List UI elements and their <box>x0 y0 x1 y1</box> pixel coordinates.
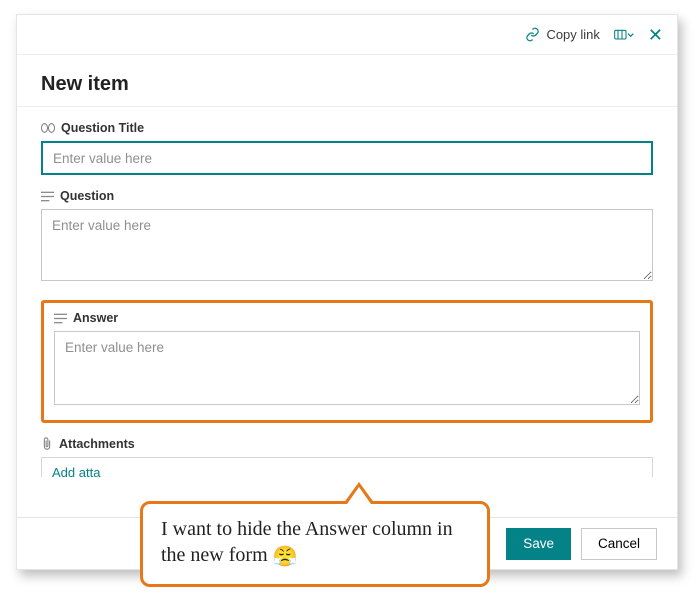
question-title-label-text: Question Title <box>61 121 144 135</box>
annotation-callout: I want to hide the Answer column in the … <box>140 501 490 587</box>
close-button[interactable]: ✕ <box>648 26 663 44</box>
link-icon <box>525 27 540 42</box>
question-label: Question <box>41 189 653 203</box>
question-title-label: Question Title <box>41 121 653 135</box>
answer-label-text: Answer <box>73 311 118 325</box>
panel-body: New item Question Title Question <box>17 55 677 477</box>
attachments-label: Attachments <box>41 437 653 451</box>
callout-tail <box>343 482 375 504</box>
copy-link-button[interactable]: Copy link <box>525 27 599 42</box>
panel-title: New item <box>41 73 653 96</box>
divider <box>17 106 677 107</box>
copy-link-label: Copy link <box>546 28 599 41</box>
annoyed-emoji-icon: 😤 <box>273 546 298 568</box>
question-title-input[interactable] <box>41 141 653 175</box>
question-label-text: Question <box>60 189 114 203</box>
attachment-icon <box>41 437 53 451</box>
callout-text: I want to hide the Answer column in the … <box>161 518 453 566</box>
question-input[interactable] <box>41 209 653 281</box>
attachments-area: Add atta <box>41 457 653 477</box>
multiline-icon <box>41 191 54 202</box>
panel-top-bar: Copy link ✕ <box>17 15 677 55</box>
text-field-icon <box>41 122 55 134</box>
form-settings-button[interactable] <box>614 27 634 43</box>
add-attachment-link[interactable]: Add atta <box>52 465 100 477</box>
answer-highlight-box: Answer <box>41 300 653 423</box>
answer-input[interactable] <box>54 331 640 405</box>
cancel-button[interactable]: Cancel <box>581 528 657 560</box>
answer-label: Answer <box>54 311 640 325</box>
attachments-label-text: Attachments <box>59 437 135 451</box>
multiline-icon <box>54 313 67 324</box>
save-button[interactable]: Save <box>506 528 571 560</box>
